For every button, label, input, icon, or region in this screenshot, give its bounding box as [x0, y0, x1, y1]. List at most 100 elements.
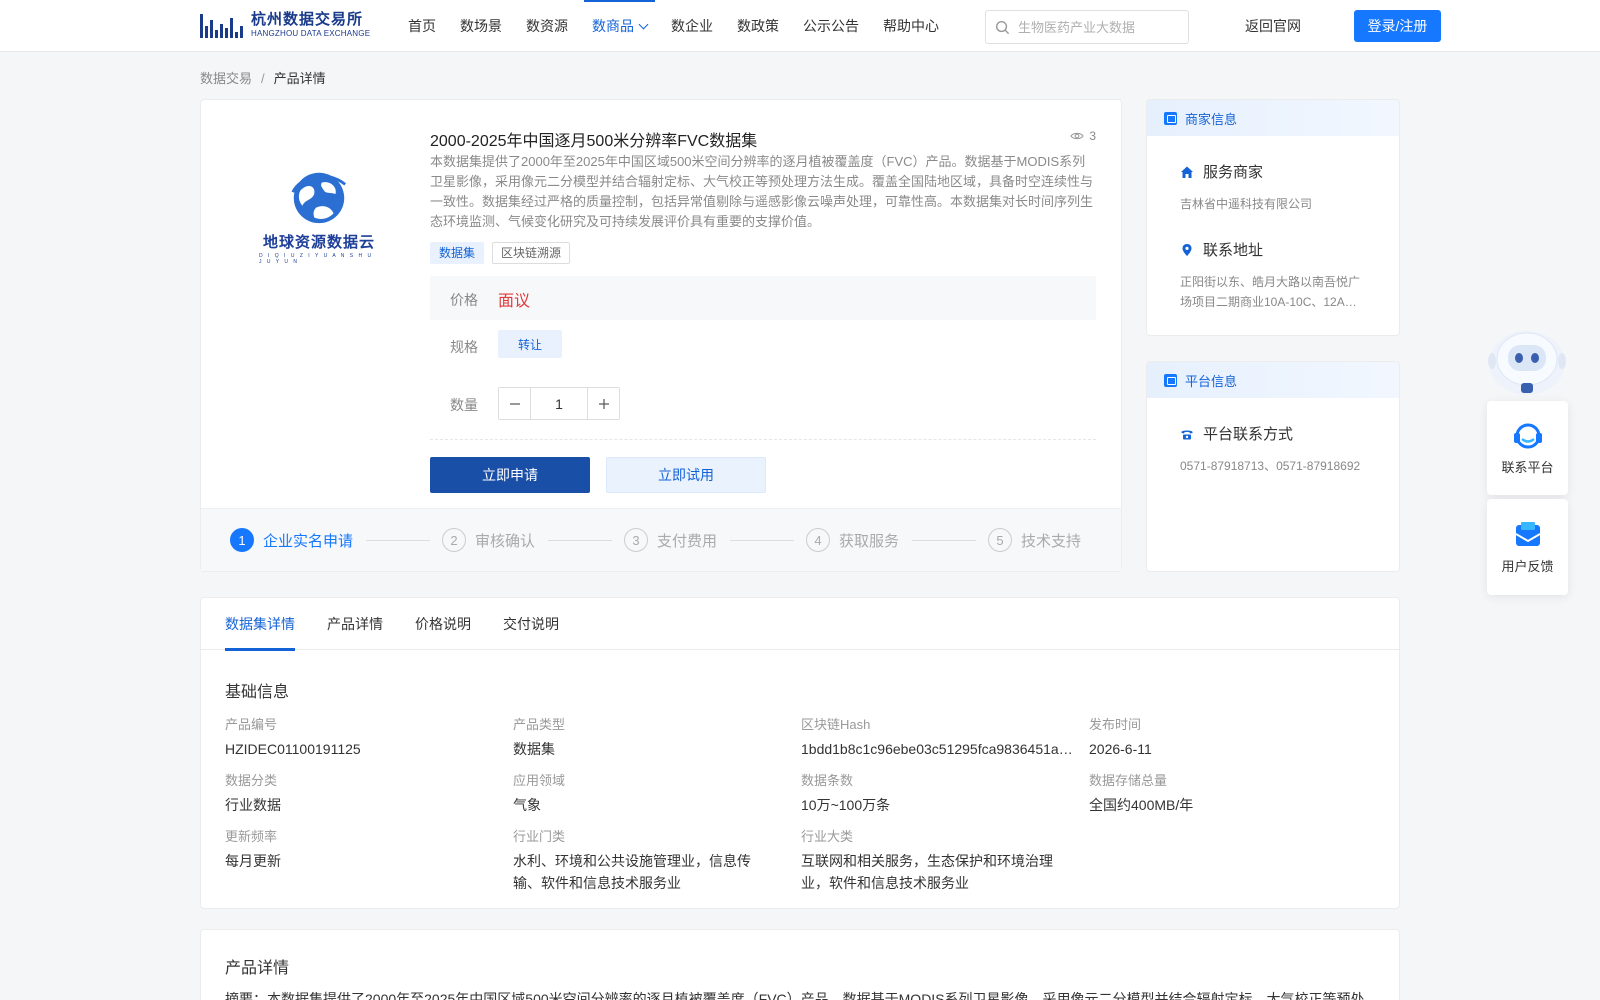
info-cell: 更新频率 每月更新	[225, 828, 485, 872]
nav-help[interactable]: 帮助中心	[875, 0, 947, 52]
step-5: 5 技术支持	[988, 528, 1081, 552]
breadcrumb-current: 产品详情	[273, 71, 326, 86]
product-logo: 地球资源数据云 D I Q I U Z I Y U A N S H U J U …	[259, 165, 379, 265]
info-label: 应用领域	[513, 773, 566, 788]
price-value: 面议	[498, 293, 531, 310]
logo-subtitle: HANGZHOU DATA EXCHANGE	[251, 29, 371, 38]
user-feedback-widget[interactable]: 用户反馈	[1487, 499, 1568, 595]
nav-policies[interactable]: 数政策	[729, 0, 787, 52]
robot-assistant-icon[interactable]	[1486, 323, 1568, 401]
product-title: 2000-2025年中国逐月500米分辨率FVC数据集	[430, 133, 758, 150]
step-1: 1 企业实名申请	[230, 528, 353, 552]
price-row: 价格 面议	[430, 276, 1096, 320]
product-logo-name: 地球资源数据云	[262, 234, 375, 251]
info-label: 发布时间	[1089, 717, 1142, 732]
info-label: 区块链Hash	[801, 717, 871, 732]
info-cell: 数据存储总量 全国约400MB/年	[1089, 772, 1349, 816]
platform-panel-title: 平台信息	[1185, 373, 1238, 389]
info-value: 气象	[513, 797, 541, 813]
nav-home[interactable]: 首页	[400, 0, 444, 52]
tag-blockchain: 区块链溯源	[492, 242, 571, 264]
breadcrumb: 数据交易 / 产品详情	[200, 68, 326, 87]
apply-now-button[interactable]: 立即申请	[430, 457, 590, 493]
info-cell: 数据条数 10万~100万条	[801, 772, 1061, 816]
phone-icon	[1181, 430, 1193, 439]
step-4-number: 4	[806, 528, 830, 552]
product-detail-card: 产品详情 摘要：本数据集提供了2000年至2025年中国区域500米空间分辨率的…	[200, 929, 1400, 1000]
breadcrumb-root[interactable]: 数据交易	[200, 71, 252, 86]
price-label: 价格	[450, 292, 478, 308]
merchant-panel-header: 商家信息	[1147, 100, 1399, 136]
contact-platform-label: 联系平台	[1501, 459, 1554, 475]
top-header: 杭州数据交易所 HANGZHOU DATA EXCHANGE 首页 数场景 数资…	[0, 0, 1600, 52]
view-count: 3	[1070, 129, 1096, 143]
step-3-label: 支付费用	[657, 532, 718, 550]
tab-product-details[interactable]: 产品详情	[327, 598, 383, 650]
tab-delivery-description[interactable]: 交付说明	[503, 598, 559, 650]
platform-contact-value: 0571-87918713、0571-87918692	[1180, 459, 1361, 473]
spec-option-transfer[interactable]: 转让	[498, 330, 562, 358]
step-5-label: 技术支持	[1021, 532, 1082, 550]
spec-row: 规格 转让	[430, 330, 1096, 364]
info-label: 行业大类	[801, 829, 854, 844]
info-label: 行业门类	[513, 829, 566, 844]
globe-logo-icon	[291, 172, 347, 224]
info-label: 产品类型	[513, 717, 566, 732]
step-2: 2 审核确认	[442, 528, 535, 552]
info-value: 10万~100万条	[801, 797, 891, 813]
try-now-button[interactable]: 立即试用	[606, 457, 766, 493]
quantity-label: 数量	[450, 397, 478, 413]
login-register-button[interactable]: 登录/注册	[1354, 10, 1441, 42]
eye-icon	[1070, 132, 1084, 140]
detail-card: 数据集详情 产品详情 价格说明 交付说明 基础信息 产品编号 HZIDEC011…	[200, 597, 1400, 909]
merchant-panel-title: 商家信息	[1185, 111, 1238, 127]
store-icon	[1164, 111, 1177, 125]
info-cell: 发布时间 2026-6-11	[1089, 716, 1349, 760]
service-merchant-value[interactable]: 吉林省中遥科技有限公司	[1180, 194, 1370, 214]
step-2-number: 2	[442, 528, 466, 552]
contact-platform-widget[interactable]: 联系平台	[1487, 401, 1568, 495]
process-steps: 1 企业实名申请 2 审核确认 3 支付费用 4 获取服务 5 技术支持	[201, 508, 1121, 571]
info-value: 互联网和相关服务，生态保护和环境治理业，软件和信息技术服务业	[801, 853, 1053, 891]
tab-dataset-details[interactable]: 数据集详情	[225, 598, 295, 651]
step-1-label: 企业实名申请	[263, 532, 354, 550]
info-value: 2026-6-11	[1089, 741, 1152, 757]
info-label: 产品编号	[225, 717, 278, 732]
info-cell: 应用领域 气象	[513, 772, 773, 816]
search-icon[interactable]	[986, 11, 1018, 43]
site-logo[interactable]: 杭州数据交易所 HANGZHOU DATA EXCHANGE	[200, 9, 370, 41]
quantity-stepper: 1	[498, 387, 620, 420]
decrement-button[interactable]	[499, 388, 530, 419]
logo-title: 杭州数据交易所	[251, 11, 364, 28]
increment-button[interactable]	[588, 388, 619, 419]
breadcrumb-separator: /	[261, 71, 265, 86]
info-cell: 数据分类 行业数据	[225, 772, 485, 816]
info-value: 行业数据	[225, 797, 281, 813]
back-to-official-link[interactable]: 返回官网	[1245, 0, 1301, 52]
step-5-number: 5	[988, 528, 1012, 552]
step-4: 4 获取服务	[806, 528, 899, 552]
platform-panel-header: 平台信息	[1147, 362, 1399, 398]
spec-label: 规格	[450, 339, 478, 355]
product-card: 地球资源数据云 D I Q I U Z I Y U A N S H U J U …	[200, 99, 1122, 572]
divider	[430, 439, 1096, 440]
quantity-input[interactable]: 1	[530, 388, 588, 419]
platform-contact-label: 平台联系方式	[1203, 426, 1294, 443]
tab-price-description[interactable]: 价格说明	[415, 598, 471, 650]
home-icon	[1181, 166, 1193, 178]
logo-bars-icon	[200, 12, 243, 38]
nav-enterprises[interactable]: 数企业	[663, 0, 721, 52]
step-connector	[366, 540, 430, 541]
view-count-value: 3	[1089, 129, 1096, 143]
search-input[interactable]	[1018, 19, 1178, 35]
nav-resources[interactable]: 数资源	[518, 0, 576, 52]
nav-scenes[interactable]: 数场景	[452, 0, 510, 52]
basic-info-title: 基础信息	[225, 684, 290, 701]
nav-products[interactable]: 数商品	[584, 0, 655, 52]
info-label: 数据分类	[225, 773, 278, 788]
info-label: 更新频率	[225, 829, 278, 844]
step-3-number: 3	[624, 528, 648, 552]
nav-announcements[interactable]: 公示公告	[795, 0, 867, 52]
info-value: 每月更新	[225, 853, 281, 869]
blockchain-hash-value: 1bdd1b8c1c96ebe03c51295fca9836451a…	[801, 741, 1073, 757]
